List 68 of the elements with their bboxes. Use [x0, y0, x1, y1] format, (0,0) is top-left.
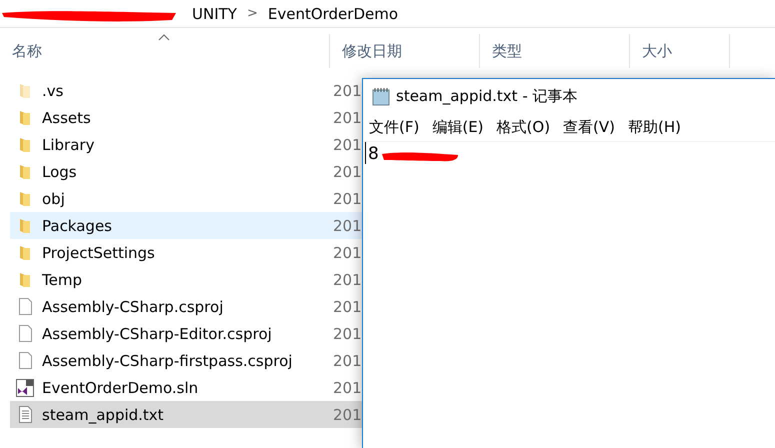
window-title: steam_appid.txt - 记事本: [396, 86, 578, 106]
file-icon: [18, 298, 32, 315]
file-name: Assets: [42, 108, 91, 126]
file-name: .vs: [42, 82, 64, 100]
folder-icon: [19, 190, 31, 206]
breadcrumb-item[interactable]: EventOrderDemo: [268, 4, 398, 22]
file-name: Logs: [42, 162, 77, 180]
file-name: Assembly-CSharp.csproj: [42, 298, 224, 316]
file-row[interactable]: EventOrderDemo.sln 201: [10, 374, 362, 401]
column-header[interactable]: 大小: [630, 34, 730, 68]
date-cell: 201: [333, 136, 362, 154]
file-icon: [18, 325, 32, 342]
date-cell: 201: [333, 298, 362, 316]
date-cell: 201: [333, 270, 362, 288]
file-row[interactable]: Library 201: [10, 131, 362, 158]
file-name: Packages: [42, 216, 112, 234]
column-header[interactable]: 名称: [0, 34, 330, 68]
menu-item[interactable]: 查看(V): [563, 118, 616, 136]
folder-icon: [19, 244, 31, 260]
date-cell: 201: [333, 244, 362, 262]
file-name: ProjectSettings: [42, 244, 155, 262]
date-cell: 201: [333, 378, 362, 396]
menu-item[interactable]: 编辑(E): [432, 118, 484, 136]
date-cell: 201: [333, 162, 362, 180]
file-name: Temp: [42, 270, 82, 288]
folder-icon: [19, 218, 31, 234]
menu-item[interactable]: 格式(O): [496, 118, 550, 136]
sort-caret-icon: [158, 34, 170, 41]
folder-icon: [19, 272, 31, 288]
file-name: Assembly-CSharp-Editor.csproj: [42, 324, 272, 342]
file-row[interactable]: Logs 201: [10, 158, 362, 185]
file-name: Library: [42, 136, 94, 154]
text-content: 8: [368, 144, 379, 164]
file-row[interactable]: .vs 201: [10, 77, 362, 104]
column-header[interactable]: 类型: [480, 34, 630, 68]
file-name: EventOrderDemo.sln: [42, 378, 198, 396]
folder-icon: [19, 136, 31, 152]
date-cell: 201: [333, 216, 362, 234]
menu-item[interactable]: 文件(F): [369, 118, 420, 136]
date-cell: 201: [333, 82, 362, 100]
date-cell: 201: [333, 190, 362, 208]
text-file-icon: [18, 406, 32, 423]
file-row[interactable]: Packages 201: [10, 212, 362, 239]
file-row[interactable]: Temp 201: [10, 266, 362, 293]
file-row[interactable]: Assembly-CSharp-firstpass.csproj 201: [10, 347, 362, 374]
file-row[interactable]: Assets 201: [10, 104, 362, 131]
file-row[interactable]: ProjectSettings 201: [10, 239, 362, 266]
date-cell: 201: [333, 108, 362, 126]
file-name: steam_appid.txt: [42, 406, 164, 424]
file-row[interactable]: Assembly-CSharp-Editor.csproj 201: [10, 320, 362, 347]
breadcrumb-separator: >: [246, 6, 258, 21]
file-icon: [18, 352, 32, 369]
file-name: obj: [42, 190, 65, 208]
folder-icon: [19, 82, 31, 98]
date-cell: 201: [333, 406, 362, 424]
folder-icon: [19, 164, 31, 180]
date-cell: 201: [333, 352, 362, 370]
file-row[interactable]: obj 201: [10, 185, 362, 212]
file-name: Assembly-CSharp-firstpass.csproj: [42, 352, 292, 370]
solution-file-icon: [16, 378, 34, 396]
file-row[interactable]: Assembly-CSharp.csproj 201: [10, 293, 362, 320]
column-header[interactable]: 修改日期: [330, 34, 480, 68]
menu-item[interactable]: 帮助(H): [628, 118, 681, 136]
breadcrumb-item[interactable]: UNITY: [192, 4, 237, 22]
notepad-icon: [372, 86, 390, 106]
folder-icon: [19, 110, 31, 126]
file-row[interactable]: steam_appid.txt 201: [10, 401, 362, 428]
date-cell: 201: [333, 324, 362, 342]
